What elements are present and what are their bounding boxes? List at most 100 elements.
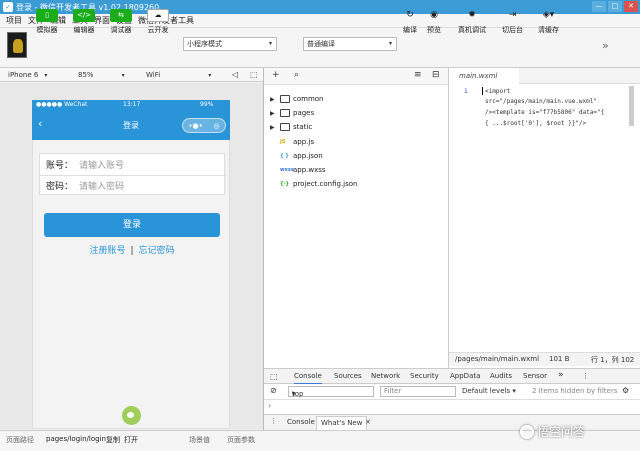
simulator-button[interactable]: ▯ 模拟器 [36,9,58,35]
more-icon[interactable]: » [602,39,609,52]
kebab-menu-icon[interactable]: ⋮ [582,372,589,380]
device-select[interactable]: iPhone 6 ▾ [8,68,47,82]
compile-mode-select[interactable]: 普通编译 ▾ [303,37,397,51]
tree-item-project-config[interactable]: {·} project.config.json [264,177,448,191]
phone-icon: ▯ [36,9,58,22]
tab-security[interactable]: Security [410,372,439,380]
drawer-close-icon[interactable]: × [365,418,371,426]
tab-audits[interactable]: Audits [490,372,512,380]
tree-item-static[interactable]: ▶ static [264,120,448,134]
chevron-right-icon: ▶ [270,95,275,103]
password-row[interactable]: 密码： 请输入密码 [40,175,226,196]
more-tabs-icon[interactable]: » [558,370,564,380]
tree-item-pages[interactable]: ▶ pages [264,106,448,120]
code-icon: </> [73,9,95,22]
tab-sources[interactable]: Sources [334,372,362,380]
user-avatar[interactable] [7,32,27,58]
cloud-button[interactable]: ☁ 云开发 [147,9,169,35]
open-link[interactable]: 打开 [124,435,138,445]
json-file-icon: { } [280,153,289,159]
js-file-icon: JS [280,139,286,145]
maximize-button[interactable]: □ [608,1,622,12]
preview-button[interactable]: ◉ 预览 [426,9,442,35]
forgot-password-link[interactable]: 忘记密码 [139,246,175,256]
tree-item-app-js[interactable]: JS app.js [264,135,448,149]
filter-input[interactable]: Filter [380,386,456,397]
chevron-right-icon: ▶ [270,123,275,131]
phone-screen [32,100,230,429]
register-link[interactable]: 注册账号 [89,246,125,256]
tree-item-app-wxss[interactable]: wxss app.wxss [264,163,448,177]
chevron-right-icon: ▶ [270,109,275,117]
close-target-icon[interactable]: ◎ [214,122,220,130]
drawer-tab-whats-new[interactable]: What's New [316,416,368,430]
wechat-bubble-icon[interactable] [122,406,141,425]
tab-main-wxml[interactable]: main.wxml [449,68,519,84]
close-button[interactable]: ✕ [624,1,638,12]
remote-debug-button[interactable]: ✹ 真机调试 [458,9,486,35]
eye-icon: ◉ [430,10,438,20]
context-select[interactable]: top ▾ [288,386,374,398]
folder-icon [280,95,290,103]
watermark: 悟空问答 [520,423,585,440]
network-select[interactable]: WiFi ▾ [146,68,211,82]
console-filter-bar: ⊘ top ▾ Filter Default levels ▾ 2 items h… [264,384,640,400]
capsule-menu[interactable]: •●• ◎ [182,118,226,133]
debug-icon: ⇆ [110,9,132,22]
login-form: 账号： 请输入账号 密码： 请输入密码 [39,153,226,196]
debugger-button[interactable]: ⇆ 调试器 [110,9,132,35]
tab-appdata[interactable]: AppData [450,372,480,380]
page-path: pages/login/login [46,435,106,443]
gear-icon[interactable]: ⚙ [622,386,629,395]
tab-sensor[interactable]: Sensor [523,372,547,380]
login-button[interactable]: 登录 [44,213,220,237]
screenshot-icon[interactable]: ⬚ [250,68,258,82]
cloud-icon: ☁ [147,9,169,22]
folder-icon [280,109,290,117]
password-input[interactable]: 请输入密码 [79,179,124,192]
account-input[interactable]: 请输入账号 [79,158,124,171]
inspect-icon[interactable]: ⬚ [270,372,278,381]
more-dots-icon[interactable]: •●• [188,122,202,130]
drawer-menu-icon[interactable]: ⋮ [270,417,277,425]
zoom-select[interactable]: 85% ▾ [78,68,125,82]
clear-cache-button[interactable]: ◈▾ 清缓存 [538,9,559,35]
background-button[interactable]: ⇥ 切后台 [502,9,523,35]
wxss-file-icon: wxss [280,167,294,173]
tab-network[interactable]: Network [371,372,400,380]
device-bar: iPhone 6 ▾ 85% ▾ WiFi ▾ ◁ ⬚ [0,68,263,82]
drawer-tab-console[interactable]: Console [287,418,315,426]
compile-button[interactable]: ↻ 编译 [402,9,418,35]
folder-icon [280,123,290,131]
mode-select[interactable]: 小程序模式 ▾ [183,37,277,51]
editor-status-bar: /pages/main/main.wxml 101 B 行 1，列 102 [449,352,640,366]
sound-icon[interactable]: ◁ [232,68,238,82]
tree-item-app-json[interactable]: { } app.json [264,149,448,163]
editor-scrollbar[interactable] [629,86,634,126]
page-params[interactable]: 页面参数 [227,435,255,445]
editor-tab-bar: main.wxml [449,68,640,84]
config-file-icon: {·} [280,181,290,187]
editor-button[interactable]: </> 编辑器 [73,9,95,35]
console-output[interactable] [264,400,640,414]
account-row[interactable]: 账号： 请输入账号 [40,154,226,175]
clear-console-icon[interactable]: ⊘ [270,386,277,395]
layers-icon: ◈▾ [542,10,555,20]
scene-value[interactable]: 场景值 [189,435,210,445]
devtools-tab-bar: ⬚ Console Sources Network Security AppDa… [264,368,640,385]
tree-item-common[interactable]: ▶ common [264,92,448,106]
copy-link[interactable]: 复制 [106,435,120,445]
search-icon[interactable]: ⌕ [294,70,299,80]
add-icon[interactable]: + [272,70,280,80]
file-toolbar: + ⌕ ≡ ⊟ [264,68,448,85]
menu-view[interactable]: 界面 [94,15,110,26]
menu-project[interactable]: 项目 [6,15,22,26]
split-icon[interactable]: ⊟ [432,70,440,80]
minimize-button[interactable]: — [592,1,606,12]
collapse-icon[interactable]: ≡ [414,70,422,80]
chevron-down-icon: ▾ [388,40,392,47]
levels-select[interactable]: Default levels ▾ [462,387,516,395]
chevron-down-icon: ▾ [268,40,272,47]
phone-status-bar: ●●●●● WeChat 13:17 99% [32,100,230,110]
bug-icon: ✹ [468,10,476,20]
